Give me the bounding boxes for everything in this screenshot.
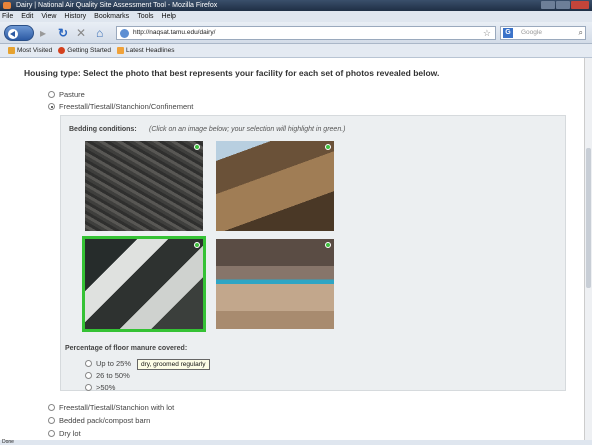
bedding-panel: Bedding conditions: (Click on an image b… (60, 115, 566, 392)
back-button[interactable] (4, 25, 34, 41)
forward-icon[interactable]: ▸ (40, 25, 46, 41)
window-titlebar: Dairy | National Air Quality Site Assess… (0, 0, 592, 11)
firefox-icon (3, 2, 11, 9)
bookmark-star-icon[interactable]: ☆ (483, 27, 491, 39)
bedding-hint: (Click on an image below; your selection… (149, 126, 346, 133)
manure-option-3[interactable]: >50% (85, 383, 115, 392)
bedding-photo-4[interactable] (216, 239, 334, 329)
search-placeholder: Google (521, 29, 542, 36)
vertical-scrollbar[interactable] (584, 58, 592, 440)
close-button[interactable] (571, 1, 589, 9)
bedding-photo-1[interactable] (85, 141, 203, 231)
radio-icon[interactable] (85, 372, 92, 379)
manure-option-2[interactable]: 26 to 50% (85, 371, 130, 380)
status-text: Done (2, 439, 14, 445)
firefox-icon (58, 47, 66, 54)
page-content: Housing type: Select the photo that best… (0, 58, 592, 440)
navigation-toolbar: ▸ ↻ ✕ ⌂ http://naqsat.tamu.edu/dairy/ ☆ … (0, 22, 592, 44)
manure-option-1[interactable]: Up to 25% (85, 359, 131, 368)
menu-help[interactable]: Help (162, 11, 176, 22)
housing-option-dry-lot[interactable]: Dry lot (48, 429, 81, 438)
bookmarks-toolbar: Most Visited Getting Started Latest Head… (0, 44, 592, 58)
select-indicator-icon (194, 144, 200, 150)
bookmark-getting-started[interactable]: Getting Started (58, 44, 111, 57)
menu-tools[interactable]: Tools (137, 11, 153, 22)
select-indicator-icon (325, 242, 331, 248)
select-indicator-icon (194, 242, 200, 248)
menu-bar: File Edit View History Bookmarks Tools H… (0, 11, 592, 22)
minimize-button[interactable] (541, 1, 555, 9)
rss-icon (117, 47, 125, 54)
search-box[interactable]: G Google ⌕ (500, 26, 586, 40)
bedding-photo-2[interactable] (216, 141, 334, 231)
housing-option-confinement[interactable]: Freestall/Tiestall/Stanchion/Confinement (48, 102, 193, 111)
manure-label: Percentage of floor manure covered: (65, 345, 188, 352)
window-controls (541, 1, 589, 9)
site-identity-icon[interactable] (120, 29, 129, 38)
scrollbar-thumb[interactable] (586, 148, 591, 288)
menu-view[interactable]: View (41, 11, 56, 22)
url-text: http://naqsat.tamu.edu/dairy/ (133, 29, 216, 36)
bookmark-most-visited[interactable]: Most Visited (8, 44, 52, 57)
search-icon[interactable]: ⌕ (579, 27, 583, 39)
radio-icon[interactable] (48, 417, 55, 424)
photo-tooltip: dry, groomed regularly (137, 359, 210, 370)
radio-checked-icon[interactable] (48, 103, 55, 110)
bookmark-latest-headlines[interactable]: Latest Headlines (117, 44, 174, 57)
radio-icon[interactable] (85, 360, 92, 367)
menu-edit[interactable]: Edit (21, 11, 33, 22)
bedding-photo-3[interactable] (82, 236, 206, 332)
reload-icon[interactable]: ↻ (58, 25, 68, 41)
address-bar[interactable]: http://naqsat.tamu.edu/dairy/ ☆ (116, 26, 496, 40)
maximize-button[interactable] (556, 1, 570, 9)
housing-option-pasture[interactable]: Pasture (48, 90, 85, 99)
window-title: Dairy | National Air Quality Site Assess… (16, 2, 218, 9)
housing-option-with-lot[interactable]: Freestall/Tiestall/Stanchion with lot (48, 403, 174, 412)
housing-option-bedded-pack[interactable]: Bedded pack/compost barn (48, 416, 150, 425)
stop-icon[interactable]: ✕ (76, 25, 86, 41)
search-engine-icon[interactable]: G (503, 28, 513, 38)
bedding-label: Bedding conditions: (69, 126, 137, 133)
back-arrow-icon (8, 29, 18, 39)
star-icon (8, 47, 15, 54)
radio-icon[interactable] (48, 430, 55, 437)
select-indicator-icon (325, 144, 331, 150)
status-bar: Done (0, 440, 592, 445)
menu-history[interactable]: History (64, 11, 86, 22)
radio-icon[interactable] (48, 91, 55, 98)
home-icon[interactable]: ⌂ (96, 25, 103, 41)
radio-icon[interactable] (85, 384, 92, 391)
page-heading: Housing type: Select the photo that best… (24, 68, 440, 78)
menu-bookmarks[interactable]: Bookmarks (94, 11, 129, 22)
menu-file[interactable]: File (2, 11, 13, 22)
radio-icon[interactable] (48, 404, 55, 411)
